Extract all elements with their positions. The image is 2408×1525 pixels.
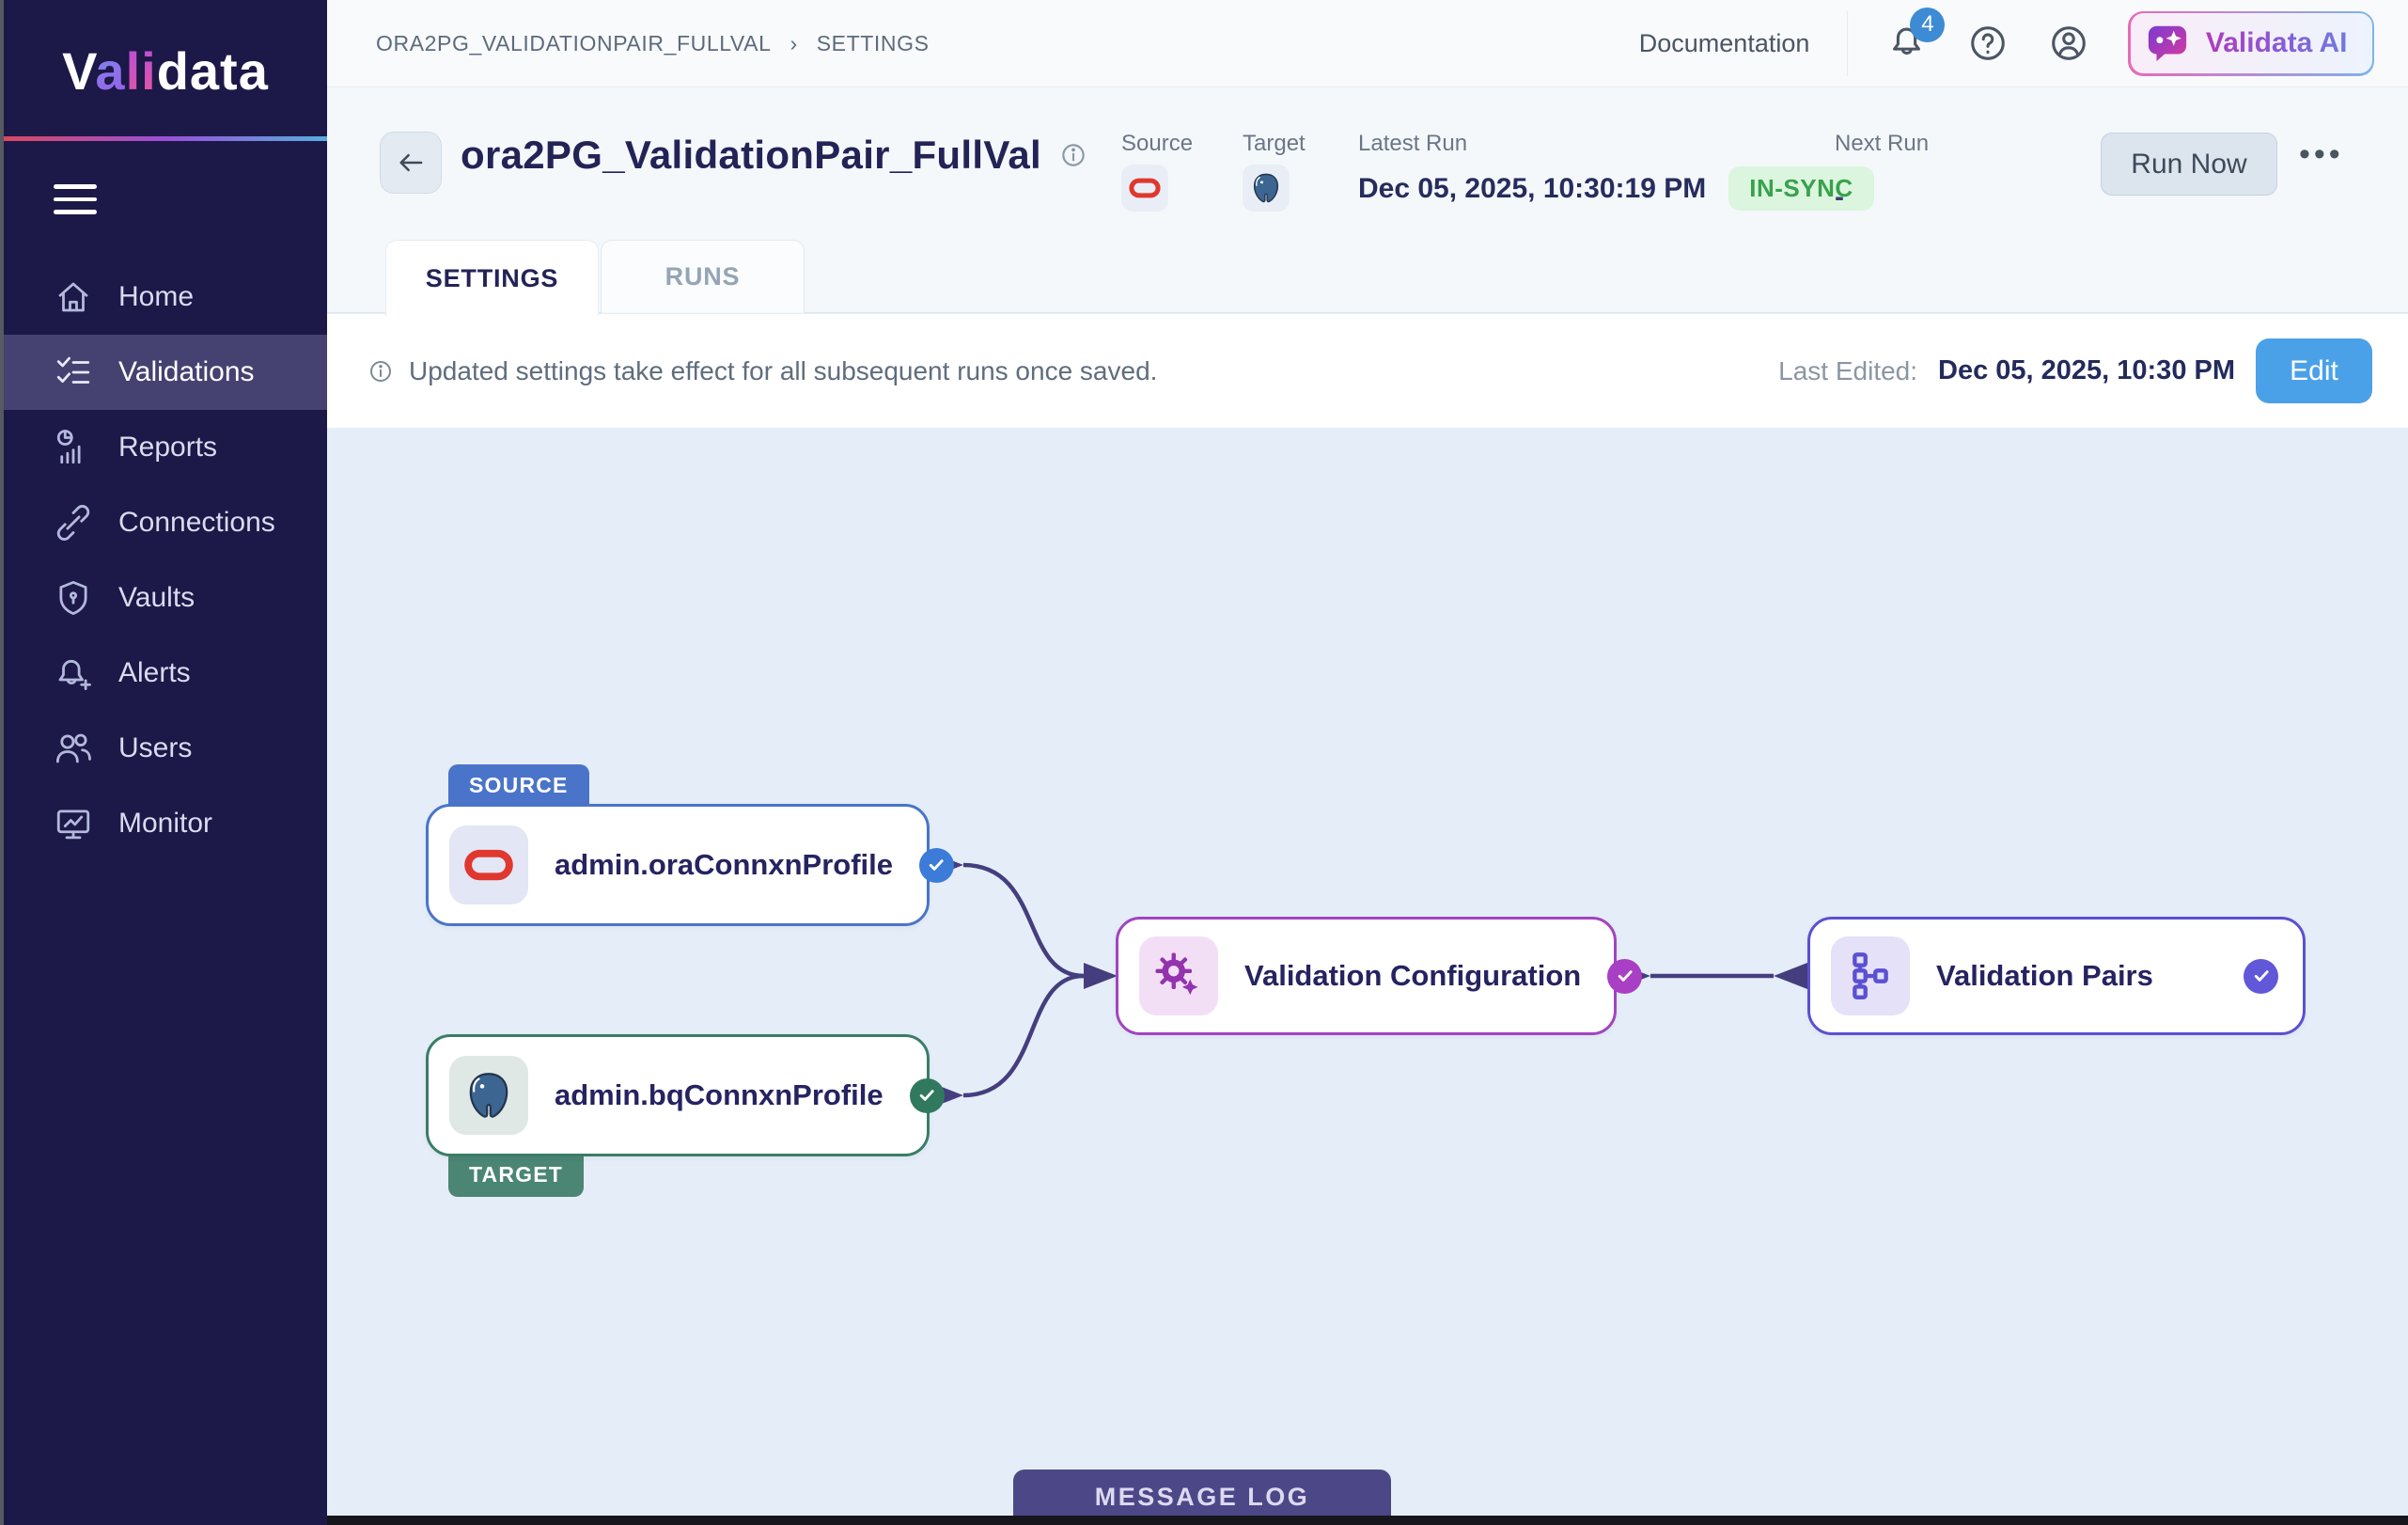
node-label: admin.bqConnxnProfile <box>555 1078 883 1112</box>
target-label: Target <box>1243 131 1306 157</box>
node-label: Validation Pairs <box>1936 959 2153 993</box>
breadcrumb-current: SETTINGS <box>817 31 930 56</box>
last-edited-label: Last Edited: <box>1778 356 1917 386</box>
hierarchy-icon <box>1844 950 1897 1002</box>
reports-icon <box>54 428 93 467</box>
settings-info-message: Updated settings take effect for all sub… <box>409 356 1157 386</box>
tab-runs[interactable]: RUNS <box>601 240 805 313</box>
sidebar-item-home[interactable]: Home <box>4 259 327 335</box>
node-icon-chip <box>449 825 528 904</box>
target-connection-node[interactable]: admin.bqConnxnProfile <box>426 1034 930 1156</box>
back-button[interactable] <box>380 132 442 194</box>
node-icon-chip <box>1831 936 1910 1015</box>
validata-app: Validata Home Validations Reports Connec… <box>0 0 2408 1525</box>
window-edge <box>0 0 4 1525</box>
sidebar-item-monitor[interactable]: Monitor <box>4 786 327 861</box>
breadcrumb-parent[interactable]: ORA2PG_VALIDATIONPAIR_FULLVAL <box>376 31 771 56</box>
topbar-divider <box>1847 11 1848 76</box>
monitor-icon <box>54 804 93 843</box>
latest-run-label: Latest Run <box>1358 131 1467 157</box>
title-info-icon[interactable] <box>1058 140 1088 170</box>
sidebar-item-users[interactable]: Users <box>4 711 327 786</box>
sidebar-item-label: Users <box>118 732 192 764</box>
sidebar-item-label: Monitor <box>118 808 212 840</box>
settings-info-bar: Updated settings take effect for all sub… <box>327 314 2408 428</box>
node-icon-chip <box>1139 936 1218 1015</box>
sidebar-nav: Home Validations Reports Connections Vau… <box>4 259 327 861</box>
notifications-button[interactable]: 4 <box>1885 20 1929 68</box>
sidebar-item-vaults[interactable]: Vaults <box>4 560 327 636</box>
oracle-database-icon <box>462 839 515 891</box>
next-run-label: Next Run <box>1835 131 1929 157</box>
documentation-link[interactable]: Documentation <box>1639 29 1810 58</box>
gear-icon <box>1152 950 1205 1002</box>
check-circle-icon <box>910 1078 945 1113</box>
sidebar-item-label: Connections <box>118 507 275 539</box>
top-bar: ORA2PG_VALIDATIONPAIR_FULLVAL › SETTINGS… <box>327 0 2408 87</box>
arrow-left-icon <box>393 145 429 181</box>
check-circle-icon <box>2244 959 2278 994</box>
sidebar-item-alerts[interactable]: Alerts <box>4 636 327 711</box>
notification-count-badge: 4 <box>1910 8 1945 42</box>
bell-plus-icon <box>54 653 93 693</box>
breadcrumb: ORA2PG_VALIDATIONPAIR_FULLVAL › SETTINGS <box>376 31 930 56</box>
page-header: ora2PG_ValidationPair_FullVal Source Tar… <box>327 87 2408 313</box>
postgres-database-icon <box>462 1069 515 1122</box>
node-label: Validation Configuration <box>1244 959 1581 993</box>
target-tag: TARGET <box>448 1154 584 1197</box>
topbar-actions: Documentation 4 <box>1639 11 2374 76</box>
sidebar-item-label: Validations <box>118 356 255 388</box>
sidebar: Validata Home Validations Reports Connec… <box>0 0 327 1525</box>
validation-pairs-node[interactable]: Validation Pairs <box>1807 917 2306 1035</box>
edit-button[interactable]: Edit <box>2256 338 2372 403</box>
validation-configuration-node[interactable]: Validation Configuration <box>1116 917 1617 1035</box>
validata-ai-button[interactable]: Validata AI <box>2128 11 2374 76</box>
sidebar-item-validations[interactable]: Validations <box>4 335 327 410</box>
latest-run-value: Dec 05, 2025, 10:30:19 PM <box>1358 173 1706 205</box>
brand-logo: Validata <box>4 0 327 141</box>
oracle-database-icon <box>1128 171 1162 205</box>
sidebar-item-connections[interactable]: Connections <box>4 485 327 560</box>
node-icon-chip <box>449 1056 528 1135</box>
logo-text: Validata <box>62 40 269 102</box>
shield-icon <box>54 578 93 618</box>
bottom-window-edge <box>327 1516 2408 1525</box>
hamburger-menu-icon[interactable] <box>54 184 97 214</box>
users-icon <box>54 729 93 768</box>
account-icon[interactable] <box>2047 22 2090 65</box>
node-label: admin.oraConnxnProfile <box>555 848 893 882</box>
source-label: Source <box>1121 131 1193 157</box>
flow-canvas[interactable]: SOURCE admin.oraConnxnProfile <box>327 428 2408 1525</box>
target-db-chip <box>1243 165 1290 212</box>
next-run-value: - <box>1835 181 1844 213</box>
last-edited-value: Dec 05, 2025, 10:30 PM <box>1938 355 2235 386</box>
brand-accent-line <box>4 136 327 141</box>
main-content: ORA2PG_VALIDATIONPAIR_FULLVAL › SETTINGS… <box>327 0 2408 1525</box>
home-icon <box>54 277 93 317</box>
validata-ai-label: Validata AI <box>2206 27 2348 59</box>
ai-chat-bubble-icon <box>2146 22 2189 65</box>
run-now-button[interactable]: Run Now <box>2101 133 2277 196</box>
info-icon <box>367 357 395 385</box>
connections-icon <box>54 503 93 542</box>
page-title: ora2PG_ValidationPair_FullVal <box>461 133 1041 178</box>
status-badge: IN-SYNC <box>1728 166 1873 211</box>
sidebar-item-reports[interactable]: Reports <box>4 410 327 485</box>
sidebar-item-label: Alerts <box>118 657 191 689</box>
breadcrumb-separator-icon: › <box>790 31 797 56</box>
sidebar-item-label: Reports <box>118 432 217 464</box>
source-db-chip <box>1121 165 1168 212</box>
sidebar-item-label: Home <box>118 281 194 313</box>
help-icon[interactable] <box>1966 22 2009 65</box>
source-tag: SOURCE <box>448 764 589 808</box>
tab-settings[interactable]: SETTINGS <box>385 240 599 316</box>
source-connection-node[interactable]: admin.oraConnxnProfile <box>426 804 930 926</box>
more-options-button[interactable]: ••• <box>2299 136 2344 173</box>
sidebar-item-label: Vaults <box>118 582 195 614</box>
checklist-icon <box>54 353 93 392</box>
check-circle-icon <box>919 848 954 883</box>
check-circle-icon <box>1607 959 1642 994</box>
postgres-database-icon <box>1249 171 1283 205</box>
